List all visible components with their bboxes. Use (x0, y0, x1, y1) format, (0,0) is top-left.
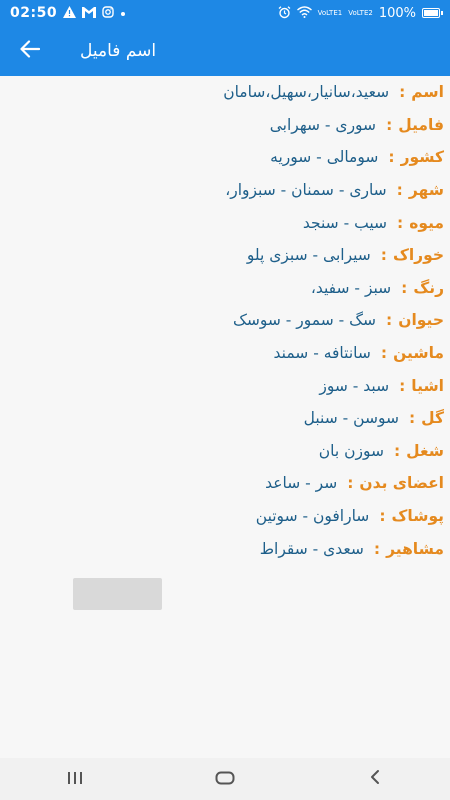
back-nav-icon (370, 769, 380, 790)
item-label: گل (421, 409, 444, 428)
item-value: سعدی - سقراط (259, 539, 364, 558)
item-value: سوری - سهرابی (269, 115, 377, 134)
item-label: مشاهیر (386, 539, 444, 558)
gmail-icon (82, 6, 97, 20)
item-value: سر - ساعد (265, 474, 338, 493)
dot-icon (120, 7, 126, 19)
warning-icon (63, 6, 77, 20)
item-label: ماشین (393, 344, 444, 363)
recent-apps-icon (67, 769, 83, 790)
app-bar: اسم فامیل (0, 26, 450, 76)
alarm-icon (278, 5, 291, 21)
list-item: اشیا: سبد - سوز (0, 369, 444, 402)
arrow-left-icon (20, 40, 41, 62)
item-label: اسم (411, 83, 444, 102)
list-item: کشور: سومالی - سوریه (0, 141, 444, 174)
item-label: حیوان (398, 311, 444, 330)
word-list: اسم: سعید،سانیار،سهیل،سامان فامیل: سوری - … (0, 76, 450, 565)
item-value: سومالی - سوریه (270, 148, 379, 167)
item-value: سیرابی - سبزی پلو (246, 246, 371, 265)
item-label: کشور (400, 148, 444, 167)
home-icon (215, 769, 235, 790)
status-bar-left: 02:50 (10, 5, 126, 21)
wifi-icon (296, 6, 312, 20)
list-item: فامیل: سوری - سهرابی (0, 109, 444, 142)
item-label: پوشاک (391, 507, 444, 526)
item-label: شهر (408, 181, 444, 200)
item-colon: : (393, 441, 401, 460)
battery-percent: 100% (378, 5, 416, 21)
item-value: سگ - سمور - سوسک (232, 311, 377, 330)
list-item: میوه: سیب - سنجد (0, 206, 444, 239)
item-label: خوراک (393, 246, 444, 265)
item-label: اعضای بدن (359, 474, 444, 493)
status-bar: 02:50 VoLTE1 VoLTE2 100% (0, 0, 450, 26)
item-value: سبد - سوز (319, 376, 390, 395)
item-colon: : (397, 213, 404, 232)
item-colon: : (386, 311, 393, 330)
system-nav-bar (0, 758, 450, 800)
item-label: اشیا (411, 376, 444, 395)
item-value: ساری - سمنان - سبزوار، (225, 181, 387, 200)
item-colon: : (396, 181, 403, 200)
item-colon: : (373, 539, 381, 558)
item-value: سارافون - سوتین (255, 507, 370, 526)
item-value: سیب - سنجد (302, 213, 387, 232)
volte2-icon: VoLTE2 (348, 9, 373, 17)
back-button[interactable] (0, 26, 60, 76)
item-label: فامیل (398, 115, 444, 134)
item-colon: : (408, 409, 416, 428)
item-label: رنگ (413, 278, 444, 297)
item-colon: : (347, 474, 354, 493)
item-colon: : (380, 246, 387, 265)
item-value: سوسن - سنبل (303, 409, 399, 428)
volte1-icon: VoLTE1 (317, 9, 343, 17)
status-time: 02:50 (10, 5, 58, 21)
page-title: اسم فامیل (80, 41, 157, 61)
status-bar-right: VoLTE1 VoLTE2 100% (278, 5, 443, 21)
item-label: میوه (409, 213, 444, 232)
list-item: پوشاک: سارافون - سوتین (0, 500, 444, 533)
item-colon: : (388, 148, 395, 167)
item-value: سوزن بان (318, 441, 384, 460)
list-item: اسم: سعید،سانیار،سهیل،سامان (0, 76, 444, 109)
item-colon: : (401, 278, 408, 297)
list-item: گل: سوسن - سنبل (0, 402, 444, 435)
list-item: ماشین: سانتافه - سمند (0, 337, 445, 370)
recent-apps-button[interactable] (35, 758, 115, 800)
item-colon: : (379, 507, 386, 526)
grey-button[interactable] (73, 578, 162, 610)
back-nav-button[interactable] (335, 758, 415, 800)
list-item: مشاهیر: سعدی - سقراط (0, 532, 444, 565)
list-item: شهر: ساری - سمنان - سبزوار، (0, 174, 444, 207)
item-value: سبز - سفید، (310, 278, 392, 297)
list-item: رنگ: سبز - سفید، (0, 272, 444, 305)
instagram-icon (102, 6, 114, 20)
item-label: شغل (406, 441, 444, 460)
list-item: خوراک: سیرابی - سبزی پلو (0, 239, 444, 272)
list-item: حیوان: سگ - سمور - سوسک (0, 304, 444, 337)
item-value: سعید،سانیار،سهیل،سامان (223, 83, 390, 102)
item-colon: : (380, 344, 388, 363)
item-colon: : (399, 376, 406, 395)
item-colon: : (386, 115, 393, 134)
home-button[interactable] (185, 758, 265, 800)
item-colon: : (399, 83, 406, 102)
list-item: شغل: سوزن بان (0, 435, 444, 468)
battery-icon (422, 8, 443, 18)
item-value: سانتافه - سمند (273, 344, 371, 363)
list-item: اعضای بدن: سر - ساعد (0, 467, 444, 500)
